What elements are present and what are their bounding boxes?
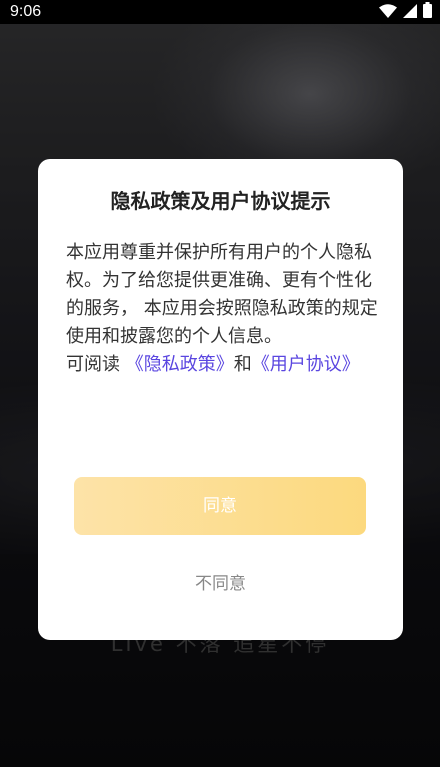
dialog-body: 本应用尊重并保护所有用户的个人隐私权。为了给您提供更准确、更有个性化的服务， 本… [66, 239, 378, 379]
signal-icon [403, 3, 417, 22]
status-time: 9:06 [10, 3, 42, 20]
dialog-links-line: 可阅读 《隐私政策》和《用户协议》 [66, 351, 378, 379]
privacy-dialog: 隐私政策及用户协议提示 本应用尊重并保护所有用户的个人隐私权。为了给您提供更准确… [38, 159, 403, 640]
dialog-body-text: 本应用尊重并保护所有用户的个人隐私权。为了给您提供更准确、更有个性化的服务， 本… [66, 242, 378, 347]
disagree-button[interactable]: 不同意 [38, 569, 403, 599]
wifi-icon [379, 3, 397, 22]
agree-button[interactable]: 同意 [74, 477, 366, 535]
battery-icon [423, 2, 432, 22]
privacy-policy-link[interactable]: 《隐私政策》 [126, 354, 234, 375]
links-prefix: 可阅读 [66, 354, 126, 375]
dialog-title: 隐私政策及用户协议提示 [110, 189, 331, 213]
links-joiner: 和 [233, 354, 252, 375]
status-icons [379, 2, 432, 22]
user-agreement-link[interactable]: 《用户协议》 [252, 354, 360, 375]
status-bar: 9:06 [0, 0, 440, 24]
